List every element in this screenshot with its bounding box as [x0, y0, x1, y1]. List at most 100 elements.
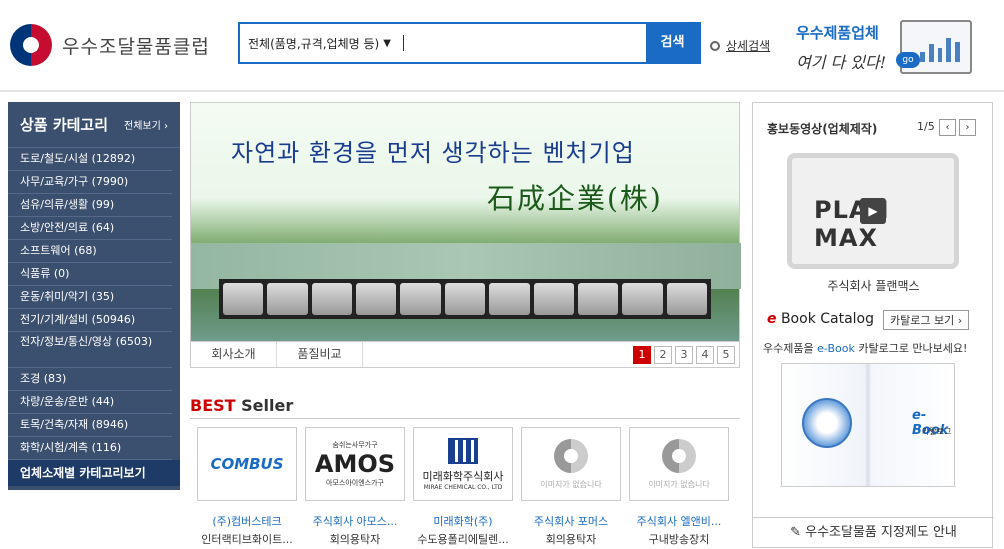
page-button[interactable]: 4 [696, 345, 714, 364]
bar-chart-icon [920, 36, 960, 62]
chevron-down-icon[interactable]: ▼ [383, 38, 391, 49]
category-sidebar: 상품 카테고리 전체보기 › 도로/철도/시설 (12892) 사무/교육/가구… [8, 102, 180, 490]
video-page-counter: 1/5 [917, 120, 935, 133]
product-name[interactable]: 인터랙티브화이트... [197, 531, 297, 547]
tab-company-intro[interactable]: 회사소개 [191, 342, 277, 367]
promo-subtitle: 여기 다 있다! [796, 53, 887, 72]
divider [190, 418, 740, 419]
right-panel: 홍보동영상(업체제작) 1/5 ‹ › PLAN MAX ▶ 주식회사 플랜맥스… [752, 102, 994, 549]
product-company[interactable]: 미래화학(주) [413, 513, 513, 529]
product-name[interactable]: 구내방송장치 [629, 531, 729, 547]
combus-logo: COMBUS [210, 455, 284, 473]
tab-quality-compare[interactable]: 품질비교 [277, 342, 363, 367]
product-company[interactable]: 주식회사 엘앤비... [629, 513, 729, 529]
category-item[interactable]: 식품류 (0) [8, 263, 172, 286]
go-button[interactable]: go [896, 52, 920, 68]
page-button[interactable]: 2 [654, 345, 672, 364]
product-card[interactable]: 숨쉬는사무가구 AMOS 아모스아이엔스가구 주식회사 아모스... 회의용탁자 [305, 427, 405, 547]
category-item[interactable]: 전자/정보/통신/영상 (6503) [8, 332, 172, 368]
product-card[interactable]: 이미지가 없습니다 주식회사 엘앤비... 구내방송장치 [629, 427, 729, 547]
search-input[interactable]: 전체(품명,규격,업체명 등) ▼ [240, 24, 646, 62]
no-image-icon [662, 438, 696, 473]
search-bar: 전체(품명,규격,업체명 등) ▼ 검색 [238, 22, 701, 64]
taegeuk-logo-icon [10, 24, 52, 66]
video-player[interactable]: PLAN MAX ▶ [787, 153, 959, 269]
product-card[interactable]: 미래화학주식회사 MIRAE CHEMICAL CO., LTD 미래화학(주)… [413, 427, 513, 547]
category-list: 도로/철도/시설 (12892) 사무/교육/가구 (7990) 섬유/의류/생… [8, 148, 180, 460]
category-item[interactable]: 섬유/의류/생활 (99) [8, 194, 172, 217]
main-banner[interactable]: 자연과 환경을 먼저 생각하는 벤처기업 石成企業(株) [190, 102, 741, 342]
banner-company: 石成企業(株) [487, 182, 663, 215]
view-all-link[interactable]: 전체보기 › [124, 117, 168, 132]
product-card[interactable]: COMBUS (주)컴버스테크 인터랙티브화이트... [197, 427, 297, 547]
banner-tabs: 회사소개 품질비교 1 2 3 4 5 [190, 342, 740, 368]
text-cursor [402, 35, 404, 51]
banner-headline: 자연과 환경을 먼저 생각하는 벤처기업 [231, 139, 635, 167]
next-video-button[interactable]: › [959, 119, 976, 136]
category-item[interactable]: 토목/건축/자재 (8946) [8, 414, 172, 437]
product-image[interactable]: 이미지가 없습니다 [521, 427, 621, 501]
search-scope-select[interactable]: 전체(품명,규격,업체명 등) [248, 35, 379, 52]
monitor-chart-icon[interactable]: go [896, 20, 972, 74]
category-title: 상품 카테고리 [20, 116, 109, 134]
page-button[interactable]: 3 [675, 345, 693, 364]
best-seller-title: BEST Seller [190, 396, 294, 415]
category-item[interactable]: 소방/안전/의료 (64) [8, 217, 172, 240]
site-logo-text: 우수조달물품클럽 [62, 35, 210, 58]
product-image[interactable]: 이미지가 없습니다 [629, 427, 729, 501]
advanced-search-link[interactable]: 상세검색 [710, 37, 770, 54]
view-catalog-button[interactable]: 카탈로그 보기 › [883, 310, 970, 330]
category-item[interactable]: 운동/취미/악기 (35) [8, 286, 172, 309]
amos-logo-sub: 아모스아이엔스가구 [326, 479, 384, 487]
ebook-preview-image[interactable]: e-Book 카탈로그 [781, 363, 955, 487]
header: 우수조달물품클럽 전체(품명,규격,업체명 등) ▼ 검색 상세검색 우수제품업… [0, 0, 1004, 92]
page-button[interactable]: 5 [717, 345, 735, 364]
category-item[interactable]: 소프트웨어 (68) [8, 240, 172, 263]
search-button[interactable]: 검색 [646, 24, 699, 62]
no-image-text: 이미지가 없습니다 [648, 479, 710, 489]
category-header: 상품 카테고리 전체보기 › [8, 102, 180, 148]
advanced-search-label: 상세검색 [726, 39, 771, 53]
category-item[interactable]: 화학/시험/계측 (116) [8, 437, 172, 460]
ebook-message: 우수제품을 e-Book 카탈로그로 만나보세요! [763, 342, 968, 355]
best-seller-list: COMBUS (주)컴버스테크 인터랙티브화이트... 숨쉬는사무가구 AMOS… [197, 427, 729, 547]
category-item[interactable]: 조경 (83) [8, 368, 172, 391]
video-company-name[interactable]: 주식회사 플랜맥스 [753, 277, 994, 294]
product-card[interactable]: 이미지가 없습니다 주식회사 포머스 회의용탁자 [521, 427, 621, 547]
video-section-title: 홍보동영상(업체제작) [767, 122, 878, 136]
region-category-button[interactable]: 업체소재별 카테고리보기 [8, 460, 180, 486]
product-thumbnail-strip [219, 279, 711, 319]
page-button[interactable]: 1 [633, 345, 651, 364]
product-name[interactable]: 회의용탁자 [521, 531, 621, 547]
amos-logo-tagline: 숨쉬는사무가구 [332, 441, 378, 449]
ebook-catalog-title: e Book Catalog [767, 311, 875, 327]
category-item[interactable]: 사무/교육/가구 (7990) [8, 171, 172, 194]
designation-guide-link[interactable]: ✎ 우수조달물품 지정제도 안내 [753, 517, 994, 549]
ebook-sublabel: 카탈로그 [922, 427, 952, 436]
product-name[interactable]: 수도용폴리에틸렌... [413, 531, 513, 547]
play-icon[interactable]: ▶ [860, 198, 886, 224]
product-image[interactable]: 숨쉬는사무가구 AMOS 아모스아이엔스가구 [305, 427, 405, 501]
mirae-logo: 미래화학주식회사 [422, 469, 504, 483]
banner-pagination: 1 2 3 4 5 [633, 345, 735, 364]
amos-logo: AMOS [314, 450, 396, 478]
category-item[interactable]: 차량/운송/운반 (44) [8, 391, 172, 414]
category-item[interactable]: 도로/철도/시설 (12892) [8, 148, 172, 171]
product-company[interactable]: 주식회사 포머스 [521, 513, 621, 529]
site-logo[interactable]: 우수조달물품클럽 [10, 24, 210, 66]
ebook-disc-icon [802, 398, 852, 448]
product-name[interactable]: 회의용탁자 [305, 531, 405, 547]
no-image-icon [554, 438, 588, 473]
category-item[interactable]: 전기/기계/설비 (50946) [8, 309, 172, 332]
search-icon [710, 40, 720, 51]
product-image[interactable]: 미래화학주식회사 MIRAE CHEMICAL CO., LTD [413, 427, 513, 501]
prev-video-button[interactable]: ‹ [939, 119, 956, 136]
product-company[interactable]: (주)컴버스테크 [197, 513, 297, 529]
product-company[interactable]: 주식회사 아모스... [305, 513, 405, 529]
no-image-text: 이미지가 없습니다 [540, 479, 602, 489]
mirae-emblem-icon [448, 437, 478, 464]
product-image[interactable]: COMBUS [197, 427, 297, 501]
mirae-logo-sub: MIRAE CHEMICAL CO., LTD [423, 483, 503, 491]
promo-banner[interactable]: 우수제품업체 여기 다 있다! [796, 22, 886, 73]
promo-title: 우수제품업체 [796, 24, 879, 42]
